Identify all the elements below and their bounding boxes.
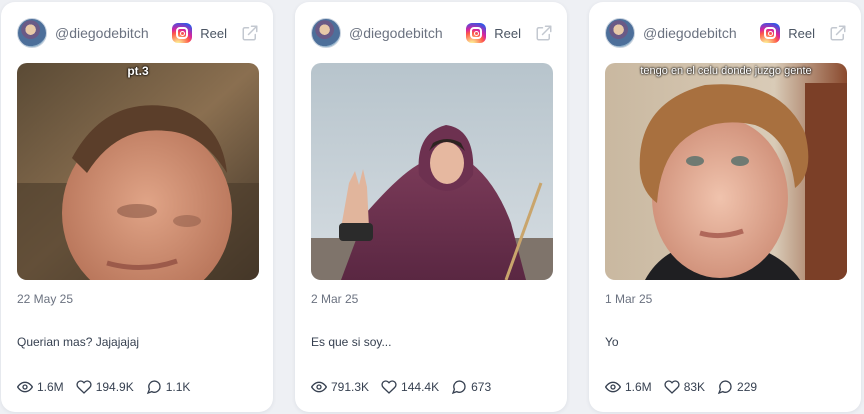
comments-stat: 1.1K — [146, 379, 191, 395]
comments-count: 673 — [471, 380, 492, 394]
post-stats: 1.6M 194.9K 1.1K — [17, 378, 202, 396]
likes-count: 144.4K — [401, 380, 440, 394]
views-stat: 1.6M — [605, 379, 652, 395]
post-card[interactable]: @diegodebitch Reel — [589, 2, 861, 412]
post-stats: 791.3K 144.4K 673 — [311, 378, 503, 396]
external-link-icon[interactable] — [535, 24, 553, 42]
post-type-label: Reel — [788, 25, 815, 41]
thumbnail-overlay-text: tengo en el celu donde juzgo gente — [640, 65, 812, 77]
post-stats: 1.6M 83K 229 — [605, 378, 769, 396]
comments-stat: 229 — [717, 379, 757, 395]
heart-icon — [664, 380, 680, 394]
heart-icon — [76, 380, 92, 394]
card-header: @diegodebitch Reel — [311, 16, 553, 50]
post-date: 22 May 25 — [17, 292, 74, 306]
comment-icon — [451, 380, 466, 395]
account-handle[interactable]: @diegodebitch — [643, 25, 760, 41]
likes-stat: 83K — [664, 379, 705, 395]
card-header: @diegodebitch Reel — [605, 16, 847, 50]
thumbnail-overlay-text: pt.3 — [127, 64, 149, 78]
post-caption: Es que si soy... — [311, 335, 392, 349]
post-card[interactable]: @diegodebitch Reel — [295, 2, 567, 412]
post-date: 2 Mar 25 — [311, 292, 359, 306]
eye-icon — [605, 381, 621, 393]
heart-icon — [381, 380, 397, 394]
likes-stat: 144.4K — [381, 379, 439, 395]
thumbnail-image — [17, 63, 259, 280]
post-thumbnail[interactable] — [311, 63, 553, 280]
post-card[interactable]: @diegodebitch Reel — [1, 2, 273, 412]
likes-count: 83K — [683, 380, 706, 394]
likes-count: 194.9K — [95, 380, 134, 394]
comments-count: 229 — [737, 380, 758, 394]
views-count: 791.3K — [331, 380, 370, 394]
external-link-icon[interactable] — [829, 24, 847, 42]
thumbnail-image — [605, 63, 847, 280]
views-count: 1.6M — [625, 380, 652, 394]
avatar[interactable] — [311, 18, 341, 48]
comments-count: 1.1K — [165, 380, 191, 394]
comments-stat: 673 — [451, 379, 491, 395]
instagram-icon — [760, 23, 781, 43]
thumbnail-image — [311, 63, 553, 280]
eye-icon — [17, 381, 33, 393]
views-count: 1.6M — [37, 380, 64, 394]
views-stat: 791.3K — [311, 379, 369, 395]
post-caption: Querian mas? Jajajajaj — [17, 335, 140, 349]
instagram-icon — [172, 23, 193, 43]
comment-icon — [717, 380, 732, 395]
post-type-label: Reel — [200, 25, 227, 41]
post-type-label: Reel — [494, 25, 521, 41]
post-date: 1 Mar 25 — [605, 292, 653, 306]
post-thumbnail[interactable]: pt.3 — [17, 63, 259, 280]
post-thumbnail[interactable]: tengo en el celu donde juzgo gente — [605, 63, 847, 280]
post-grid: @diegodebitch Reel pt.3 22 May 25 Queria… — [0, 0, 864, 414]
account-handle[interactable]: @diegodebitch — [349, 25, 466, 41]
views-stat: 1.6M — [17, 379, 64, 395]
instagram-icon — [466, 23, 487, 43]
external-link-icon[interactable] — [241, 24, 259, 42]
card-header: @diegodebitch Reel — [17, 16, 259, 50]
post-caption: Yo — [605, 335, 619, 349]
avatar[interactable] — [605, 18, 635, 48]
account-handle[interactable]: @diegodebitch — [55, 25, 172, 41]
likes-stat: 194.9K — [76, 379, 134, 395]
avatar[interactable] — [17, 18, 47, 48]
comment-icon — [146, 380, 161, 395]
eye-icon — [311, 381, 327, 393]
